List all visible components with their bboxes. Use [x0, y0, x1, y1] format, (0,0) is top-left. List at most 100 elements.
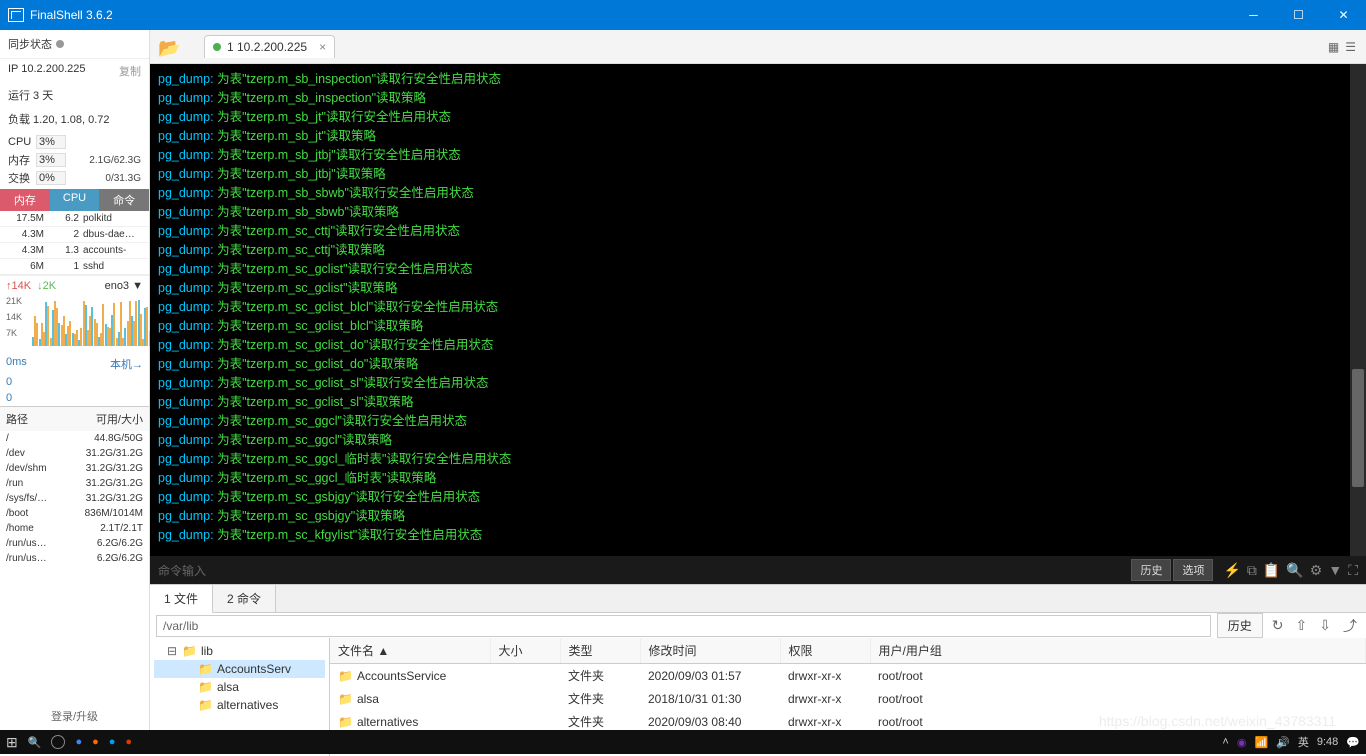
copy-icon[interactable]: ⧉ [1247, 562, 1257, 579]
close-tab-icon[interactable]: × [319, 40, 326, 54]
notification-icon[interactable]: 💬 [1346, 736, 1360, 749]
disk-row[interactable]: /home2.1T/2.1T [0, 521, 149, 536]
terminal-line: pg_dump: 为表"tzerp.m_sb_sbwb"读取策略 [158, 203, 1358, 222]
terminal-line: pg_dump: 为表"tzerp.m_sc_ggcl"读取策略 [158, 431, 1358, 450]
process-row[interactable]: 6M1sshd [0, 259, 149, 275]
app-icon-1[interactable]: ● [75, 736, 82, 748]
disk-row[interactable]: /run/us…6.2G/6.2G [0, 551, 149, 566]
terminal-line: pg_dump: 为表"tzerp.m_sc_gclist"读取策略 [158, 279, 1358, 298]
net-up: ↑14K [6, 280, 31, 292]
terminal-line: pg_dump: 为表"tzerp.m_sc_gclist_sl"读取策略 [158, 393, 1358, 412]
tabbar: 📂 1 10.2.200.225 × ▦ ☰ [150, 30, 1366, 64]
login-link[interactable]: 登录/升级 [0, 702, 149, 730]
open-folder-icon[interactable]: 📂 [158, 38, 180, 56]
bolt-icon[interactable]: ⚡ [1223, 562, 1240, 579]
search-taskbar-icon[interactable]: 🔍 [28, 736, 42, 749]
windows-start-icon[interactable]: ⊞ [6, 734, 18, 751]
upload-icon[interactable]: ⇧ [1293, 617, 1311, 634]
upload2-icon[interactable]: ⤴ [1340, 616, 1360, 636]
commands-tab[interactable]: 2 命令 [213, 585, 276, 612]
wifi-icon[interactable]: 📶 [1254, 736, 1268, 749]
app-icon-2[interactable]: ● [92, 736, 99, 748]
cortana-icon[interactable] [51, 735, 65, 749]
tray-up-icon[interactable]: ˄ [1222, 736, 1228, 748]
history-button[interactable]: 历史 [1131, 559, 1171, 581]
terminal-line: pg_dump: 为表"tzerp.m_sc_gclist"读取行安全性启用状态 [158, 260, 1358, 279]
disk-row[interactable]: /boot836M/1014M [0, 506, 149, 521]
grid-icon[interactable]: ▦ [1328, 40, 1339, 54]
refresh-icon[interactable]: ↻ [1269, 617, 1287, 634]
scrollbar-thumb[interactable] [1352, 369, 1364, 487]
tree-item[interactable]: 📁alternatives [154, 696, 325, 714]
terminal-line: pg_dump: 为表"tzerp.m_sc_gclist_blcl"读取行安全… [158, 298, 1358, 317]
disk-row[interactable]: /dev/shm31.2G/31.2G [0, 461, 149, 476]
terminal-line: pg_dump: 为表"tzerp.m_sc_gclist_blcl"读取策略 [158, 317, 1358, 336]
terminal-line: pg_dump: 为表"tzerp.m_sc_gsbjgy"读取策略 [158, 507, 1358, 526]
search-icon[interactable]: 🔍 [1286, 562, 1303, 579]
net-interface[interactable]: eno3 ▼ [105, 280, 143, 292]
process-row[interactable]: 17.5M6.2polkitd [0, 211, 149, 227]
terminal-line: pg_dump: 为表"tzerp.m_sc_gclist_do"读取策略 [158, 355, 1358, 374]
terminal-line: pg_dump: 为表"tzerp.m_sb_jt"读取行安全性启用状态 [158, 108, 1358, 127]
file-row[interactable]: 📁alsa文件夹2018/10/31 01:30drwxr-xr-xroot/r… [330, 687, 1366, 710]
process-row[interactable]: 4.3M2dbus-dae… [0, 227, 149, 243]
terminal-line: pg_dump: 为表"tzerp.m_sc_gclist_do"读取行安全性启… [158, 336, 1358, 355]
ime-label[interactable]: 英 [1298, 734, 1309, 750]
terminal-line: pg_dump: 为表"tzerp.m_sc_gsbjgy"读取行安全性启用状态 [158, 488, 1358, 507]
sync-status: 同步状态 [0, 30, 149, 59]
terminal-line: pg_dump: 为表"tzerp.m_sc_ggcl_临时表"读取策略 [158, 469, 1358, 488]
lower-panel: 1 文件 2 命令 /var/lib 历史 ↻ ⇧ ⇩ ⤴ ⊟📁lib 📁Acc… [150, 584, 1366, 730]
tree-item[interactable]: 📁alsa [154, 678, 325, 696]
expand-icon[interactable]: ⛶ [1348, 562, 1358, 579]
disk-row[interactable]: /run31.2G/31.2G [0, 476, 149, 491]
layout-icon[interactable]: ☰ [1345, 40, 1356, 54]
options-button[interactable]: 选项 [1173, 559, 1213, 581]
command-bar: 命令输入 历史 选项 ⚡ ⧉ 📋 🔍 ⚙ ▼ ⛶ [150, 556, 1366, 584]
paste-icon[interactable]: 📋 [1263, 562, 1280, 579]
status-dot-icon [213, 43, 221, 51]
file-row[interactable]: 📁AccountsService文件夹2020/09/03 01:57drwxr… [330, 664, 1366, 688]
net-down: ↓2K [37, 280, 56, 292]
copy-button[interactable]: 复制 [119, 63, 141, 79]
terminal-line: pg_dump: 为表"tzerp.m_sc_kfgylist"读取行安全性启用… [158, 526, 1358, 545]
app-icon-3[interactable]: ● [109, 736, 116, 748]
tree-item[interactable]: 📁AccountsServ [154, 660, 325, 678]
terminal-line: pg_dump: 为表"tzerp.m_sb_inspection"读取策略 [158, 89, 1358, 108]
disk-row[interactable]: /dev31.2G/31.2G [0, 446, 149, 461]
minimize-button[interactable]: ─ [1231, 0, 1276, 30]
app-title: FinalShell 3.6.2 [30, 8, 113, 22]
gear-icon[interactable]: ⚙ [1310, 562, 1323, 579]
terminal[interactable]: pg_dump: 为表"tzerp.m_sb_inspection"读取行安全性… [150, 64, 1366, 556]
disk-row[interactable]: /run/us…6.2G/6.2G [0, 536, 149, 551]
chevron-down-icon[interactable]: ▼ [1328, 562, 1342, 578]
scrollbar[interactable] [1350, 64, 1366, 556]
process-row[interactable]: 4.3M1.3accounts- [0, 243, 149, 259]
titlebar: FinalShell 3.6.2 ─ ☐ ✕ [0, 0, 1366, 30]
terminal-line: pg_dump: 为表"tzerp.m_sb_jtbj"读取行安全性启用状态 [158, 146, 1358, 165]
app-icon-4[interactable]: ● [125, 736, 132, 748]
terminal-line: pg_dump: 为表"tzerp.m_sb_jtbj"读取策略 [158, 165, 1358, 184]
uptime-label: 运行 3 天 [8, 87, 53, 103]
close-button[interactable]: ✕ [1321, 0, 1366, 30]
network-sparkline: 21K 14K 7K [6, 296, 143, 346]
download-icon[interactable]: ⇩ [1316, 617, 1334, 634]
command-input[interactable]: 命令输入 [158, 562, 1121, 579]
terminal-line: pg_dump: 为表"tzerp.m_sc_gclist_sl"读取行安全性启… [158, 374, 1358, 393]
path-input[interactable]: /var/lib [156, 615, 1211, 637]
files-tab[interactable]: 1 文件 [150, 585, 213, 613]
path-history-button[interactable]: 历史 [1217, 613, 1263, 638]
terminal-line: pg_dump: 为表"tzerp.m_sb_inspection"读取行安全性… [158, 70, 1358, 89]
process-header: 内存 CPU 命令 [0, 189, 149, 211]
terminal-line: pg_dump: 为表"tzerp.m_sb_jt"读取策略 [158, 127, 1358, 146]
volume-icon[interactable]: 🔊 [1276, 736, 1290, 749]
session-tab[interactable]: 1 10.2.200.225 × [204, 35, 335, 58]
tray-icon[interactable]: ◉ [1237, 736, 1247, 749]
maximize-button[interactable]: ☐ [1276, 0, 1321, 30]
terminal-line: pg_dump: 为表"tzerp.m_sb_sbwb"读取行安全性启用状态 [158, 184, 1358, 203]
load-label: 负载 1.20, 1.08, 0.72 [8, 111, 110, 127]
app-icon [8, 8, 24, 22]
terminal-line: pg_dump: 为表"tzerp.m_sc_cttj"读取策略 [158, 241, 1358, 260]
disk-row[interactable]: /44.8G/50G [0, 431, 149, 446]
clock[interactable]: 9:48 [1317, 736, 1338, 748]
disk-row[interactable]: /sys/fs/…31.2G/31.2G [0, 491, 149, 506]
